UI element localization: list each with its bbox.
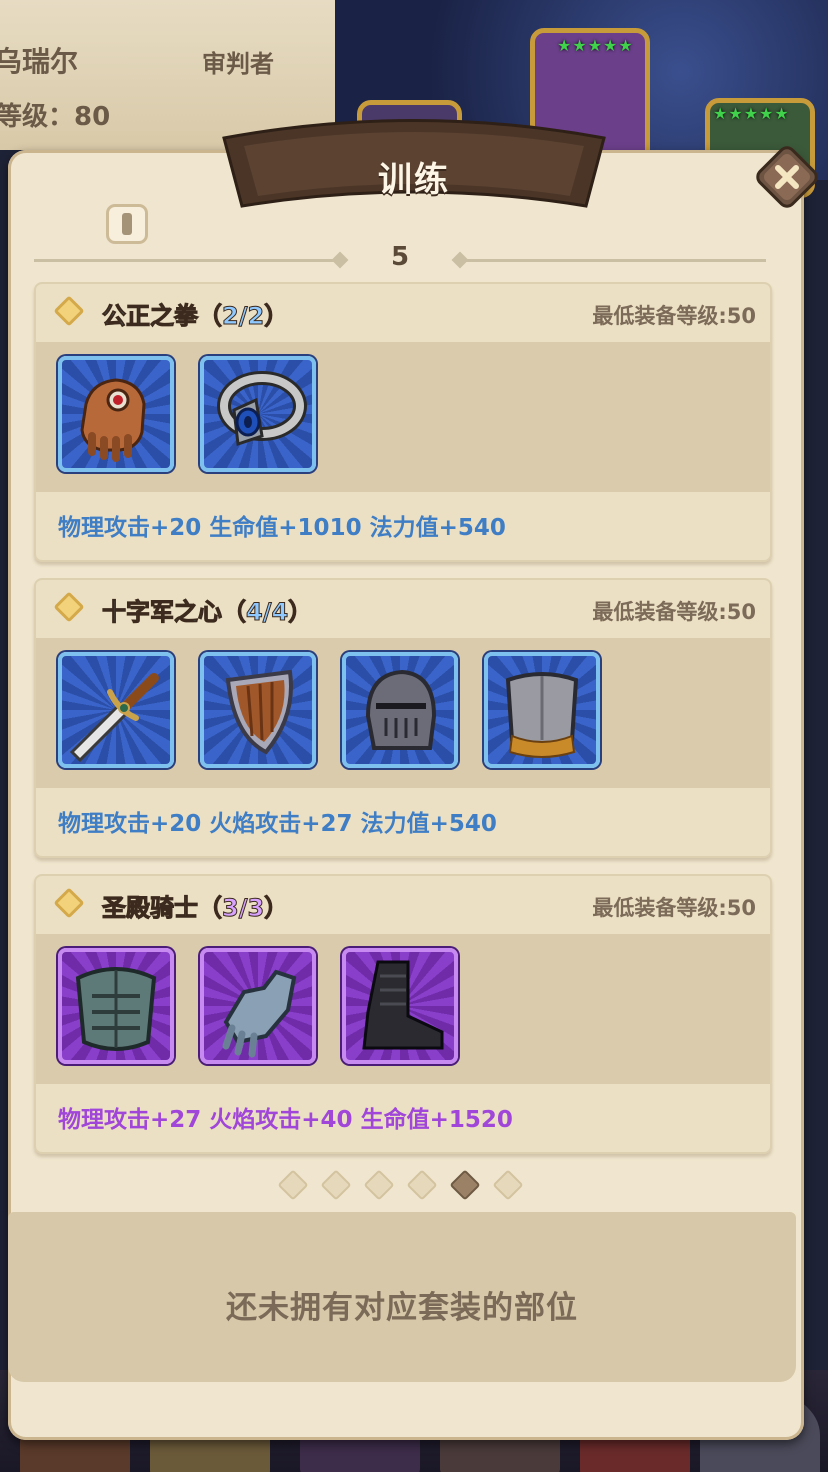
equipment-slot[interactable] (342, 652, 458, 768)
close-icon (756, 146, 818, 208)
equipment-slot[interactable] (58, 356, 174, 472)
gauntlet-icon (80, 378, 146, 462)
ring-icon (217, 371, 307, 447)
page-dot[interactable] (406, 1169, 438, 1201)
set-requirement: 最低装备等级:50 (592, 600, 756, 624)
chest-armor-icon (505, 672, 579, 758)
helmet-icon (365, 669, 437, 750)
equipment-slot[interactable] (58, 652, 174, 768)
set-items-row (36, 934, 770, 1084)
ally-stars: ★★★★★ (713, 104, 790, 123)
sword-icon (69, 673, 159, 763)
hero-stars: ★★★★★ (557, 36, 634, 55)
hero-name: 乌瑞尔 (0, 45, 79, 78)
set-requirement: 最低装备等级:50 (592, 304, 756, 328)
page-dot[interactable] (277, 1169, 309, 1201)
equipment-set-card: 圣殿骑士（3/3） 最低装备等级:50 物理攻击+27 火焰攻击+40 生命值+… (34, 874, 772, 1154)
footer-message: 还未拥有对应套装的部位 (226, 1290, 578, 1326)
set-requirement: 最低装备等级:50 (592, 896, 756, 920)
dialog-title-banner: 训练 (214, 108, 614, 214)
plate-armor-icon (75, 967, 157, 1051)
set-header: 公正之拳（2/2） 最低装备等级:50 (36, 284, 770, 342)
set-name: 圣殿骑士（3/3） (101, 894, 289, 923)
gloves-icon (222, 969, 297, 1058)
dialog-title: 训练 (378, 160, 450, 200)
page-indicator (276, 1169, 546, 1201)
info-button[interactable] (106, 204, 148, 244)
set-items-row (36, 342, 770, 492)
exclamation-icon (122, 213, 132, 235)
equipment-slot[interactable] (484, 652, 600, 768)
training-level-row: 5 (34, 240, 766, 280)
set-bonus: 物理攻击+20 生命值+1010 法力值+540 (58, 515, 506, 541)
close-button[interactable] (752, 142, 822, 212)
set-bonus: 物理攻击+20 火焰攻击+27 法力值+540 (58, 811, 497, 837)
set-name: 十字军之心（4/4） (101, 598, 313, 627)
page-dot-active[interactable] (449, 1169, 481, 1201)
set-bonus: 物理攻击+27 火焰攻击+40 生命值+1520 (58, 1107, 513, 1133)
hero-role: 审判者 (202, 50, 274, 78)
equipment-slot[interactable] (342, 948, 458, 1064)
shield-icon (225, 669, 293, 755)
equipment-slot[interactable] (58, 948, 174, 1064)
equipment-slot[interactable] (200, 652, 316, 768)
set-header: 圣殿骑士（3/3） 最低装备等级:50 (36, 876, 770, 934)
set-items-row (36, 638, 770, 788)
set-diamond-icon (53, 887, 85, 919)
equipment-set-card: 十字军之心（4/4） 最低装备等级:50 物理攻击+20 火焰攻击+27 法力值… (34, 578, 772, 858)
page-dot[interactable] (320, 1169, 352, 1201)
boots-icon (362, 960, 444, 1050)
equipment-slot[interactable] (200, 948, 316, 1064)
set-diamond-icon (53, 591, 85, 623)
set-name: 公正之拳（2/2） (101, 302, 289, 331)
equipment-set-card: 公正之拳（2/2） 最低装备等级:50 物理攻击+20 生命值+1010 法力值… (34, 282, 772, 562)
footer-info-box: 还未拥有对应套装的部位 (8, 1212, 796, 1382)
training-level: 5 (390, 242, 410, 272)
page-dot[interactable] (492, 1169, 524, 1201)
equipment-slot[interactable] (200, 356, 316, 472)
page-dot[interactable] (363, 1169, 395, 1201)
hero-level: 等级：80 (0, 102, 111, 132)
set-header: 十字军之心（4/4） 最低装备等级:50 (36, 580, 770, 638)
set-diamond-icon (53, 295, 85, 327)
